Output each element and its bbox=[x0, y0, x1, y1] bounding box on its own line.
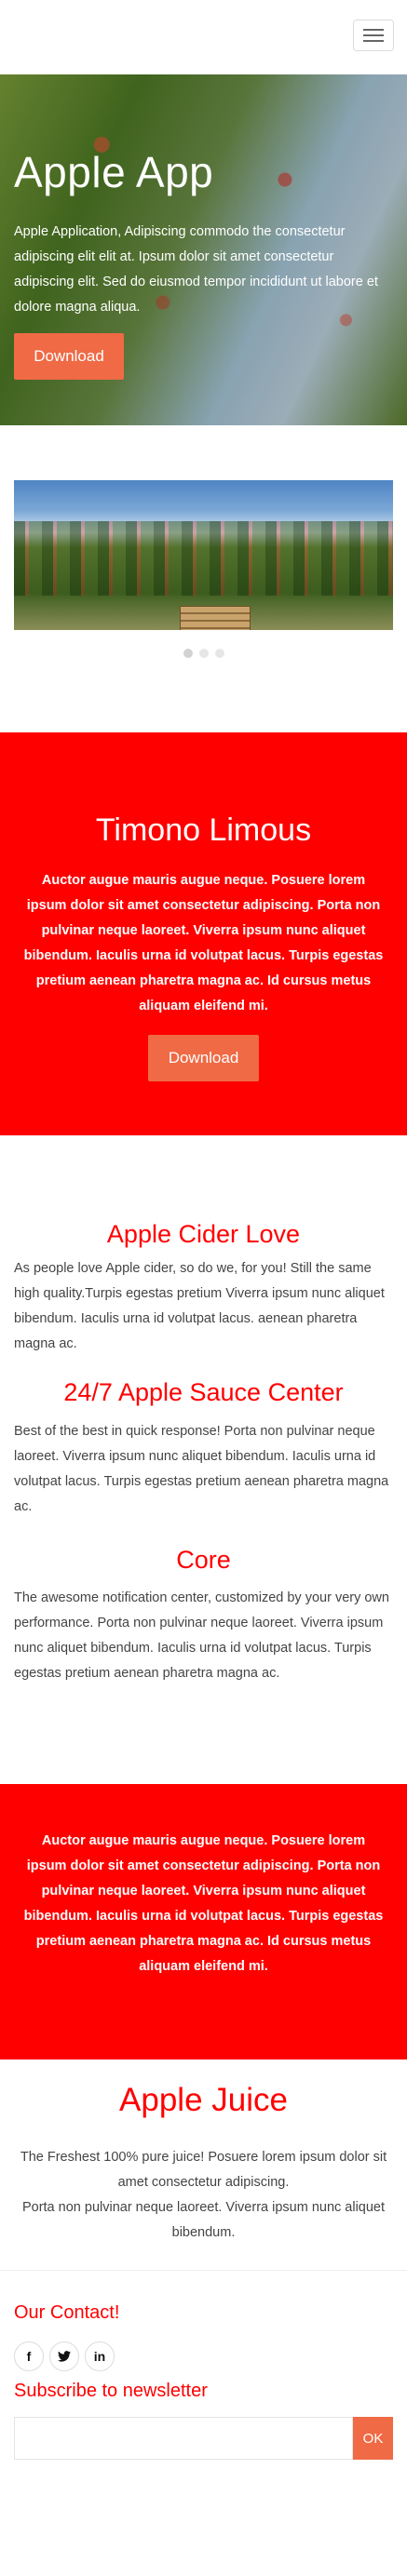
feature-text: The awesome notification center, customi… bbox=[14, 1590, 389, 1681]
social-links: f in bbox=[14, 2341, 115, 2371]
twitter-bird-icon bbox=[58, 2351, 71, 2362]
hamburger-icon bbox=[363, 34, 384, 36]
newsletter-email-input[interactable] bbox=[14, 2417, 353, 2460]
hamburger-menu-button[interactable] bbox=[353, 20, 394, 51]
banner-section: Auctor augue mauris augue neque. Posuere… bbox=[0, 1784, 407, 2059]
juice-section: Apple Juice The Freshest 100% pure juice… bbox=[0, 2059, 407, 2271]
top-navbar bbox=[0, 0, 407, 74]
hamburger-icon bbox=[363, 29, 384, 31]
juice-title: Apple Juice bbox=[119, 2082, 288, 2118]
contact-title: Our Contact! bbox=[14, 2302, 120, 2323]
feature-text: Best of the best in quick response! Port… bbox=[14, 1424, 389, 1514]
features-section: Apple Cider Love As people love Apple ci… bbox=[0, 1135, 407, 1784]
feature-title: Apple Cider Love bbox=[106, 1220, 301, 1248]
facebook-icon[interactable]: f bbox=[14, 2341, 44, 2371]
subscribe-title: Subscribe to newsletter bbox=[14, 2381, 208, 2401]
twitter-icon[interactable] bbox=[49, 2341, 79, 2371]
orchard-slide-image[interactable] bbox=[14, 480, 393, 630]
juice-line-1: The Freshest 100% pure juice! Posuere lo… bbox=[20, 2150, 387, 2190]
promo-download-button[interactable]: Download bbox=[148, 1035, 259, 1081]
apple-trees bbox=[14, 521, 393, 596]
juice-line-2: Porta non pulvinar neque laoreet. Viverr… bbox=[21, 2200, 386, 2240]
feature-text: As people love Apple cider, so do we, fo… bbox=[14, 1261, 385, 1351]
hero-text: Apple Application, Adipiscing commodo th… bbox=[14, 224, 378, 315]
promo-title: Timono Limous bbox=[95, 812, 312, 848]
slider-dot[interactable] bbox=[198, 649, 209, 658]
image-slider bbox=[0, 425, 407, 732]
slider-dots bbox=[0, 649, 407, 658]
slider-dot[interactable] bbox=[183, 649, 193, 658]
hamburger-icon bbox=[363, 40, 384, 42]
subscribe-ok-button[interactable]: OK bbox=[353, 2417, 393, 2460]
hero-title: Apple App bbox=[14, 148, 214, 196]
feature-title: Core bbox=[176, 1546, 231, 1574]
wooden-crates bbox=[180, 606, 251, 630]
footer: Our Contact! f in Subscribe to newslette… bbox=[0, 2271, 407, 2460]
juice-text: The Freshest 100% pure juice! Posuere lo… bbox=[14, 2145, 393, 2246]
banner-text: Auctor augue mauris augue neque. Posuere… bbox=[23, 1833, 384, 1974]
slider-dot[interactable] bbox=[214, 649, 224, 658]
hero-section: Apple App Apple Application, Adipiscing … bbox=[0, 74, 407, 425]
linkedin-icon[interactable]: in bbox=[85, 2341, 115, 2371]
feature-title: 24/7 Apple Sauce Center bbox=[63, 1378, 344, 1406]
promo-text: Auctor augue mauris augue neque. Posuere… bbox=[23, 873, 384, 1013]
hero-download-button[interactable]: Download bbox=[14, 333, 124, 380]
promo-section: Timono Limous Auctor augue mauris augue … bbox=[0, 732, 407, 1135]
